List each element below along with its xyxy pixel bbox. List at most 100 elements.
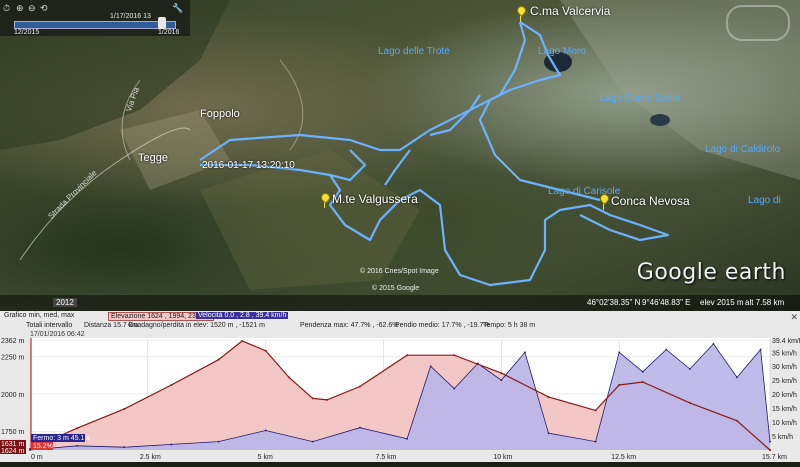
left-tick-label: 2250 m	[1, 355, 25, 362]
speed-point	[123, 446, 126, 449]
time-slider-thumb[interactable]	[158, 17, 166, 29]
speed-point	[736, 376, 738, 379]
lake-label: Lago di Caldirolo	[705, 144, 781, 155]
elevation-point	[288, 376, 291, 379]
elevation-gain-loss: Guadagno/perdita in elev: 1520 m , -1521…	[128, 322, 265, 329]
wrench-icon[interactable]: 🔧	[172, 3, 183, 14]
speed-point	[311, 440, 314, 443]
lake-label: Lago delle Trote	[378, 46, 450, 57]
slider-current-time: 1/17/2016 13	[110, 13, 151, 20]
elevation-point	[123, 407, 126, 410]
time-slider-panel: ⏱ ⊕ ⊖ ⟲ 🔧 1/17/2016 13 12/2015 1/2016	[0, 0, 190, 36]
speed-point	[665, 348, 668, 351]
map-view[interactable]: ⏱ ⊕ ⊖ ⟲ 🔧 1/17/2016 13 12/2015 1/2016 Te…	[0, 0, 800, 311]
speed-point	[264, 429, 267, 432]
elevation-point	[241, 340, 244, 343]
speed-point	[759, 348, 762, 351]
right-tick-label: 10 km/h	[772, 420, 797, 427]
speed-point	[406, 437, 408, 440]
elevation-point	[311, 397, 314, 400]
speed-point	[547, 432, 550, 435]
elevation-point	[618, 384, 621, 387]
navigation-control[interactable]	[726, 5, 790, 41]
elevation-chart[interactable]: 2362 m 2250 m 2000 m 1750 m 1631 m 1624 m 39.…	[0, 338, 800, 462]
left-tick-label: 1631 m	[1, 441, 25, 448]
totals-label: Totali intervallo	[26, 322, 73, 329]
right-tick-label: 15 km/h	[772, 406, 797, 413]
track-timestamp: 2016-01-17 13:20:10	[202, 160, 295, 171]
speed-point	[76, 444, 79, 447]
right-tick-label: 25 km/h	[772, 378, 797, 385]
elevation-point	[264, 349, 267, 352]
slider-end-label: 1/2016	[158, 29, 180, 36]
x-tick-label: 15.7 km	[762, 454, 787, 461]
elevation-point	[217, 358, 220, 361]
elevation-point	[406, 354, 409, 357]
left-tick-label: 1624 m	[1, 448, 25, 455]
speed-point	[170, 443, 173, 446]
lake-label: Lago di Carisole	[548, 186, 621, 197]
elevation-point	[76, 427, 79, 430]
map-status-bar: 2012 46°02'38.35" N 9°46'48.83" E elev 2…	[0, 295, 800, 311]
x-tick-label: 7.5 km	[376, 454, 397, 461]
slider-start-label: 12/2015	[14, 29, 40, 36]
elevation-point	[358, 385, 361, 388]
speed-point	[500, 379, 503, 382]
left-tick-label: 2000 m	[1, 392, 25, 399]
right-tick-label: 30 km/h	[772, 364, 797, 371]
speed-point	[641, 370, 644, 373]
pin-label-valcervia[interactable]: C.ma Valcervia	[530, 4, 610, 18]
right-tick-label: 20 km/h	[772, 392, 797, 399]
copyright-imagery: © 2016 Cnes/Spot Image	[360, 268, 439, 275]
right-tick-label: 35 km/h	[772, 350, 797, 357]
left-tick-label: 1750 m	[1, 429, 25, 436]
right-tick-label: 39.4 km/h	[772, 338, 800, 345]
elevation-point	[688, 401, 691, 404]
profile-row-graph: Grafico min, med, max Elevazione 1624 , …	[0, 312, 800, 322]
speed-stats[interactable]: Velocità 0.0 , 2.8 , 39.4 km/h	[196, 312, 288, 319]
time-slider-track[interactable]	[14, 21, 176, 29]
speed-point	[712, 343, 715, 345]
time-icon[interactable]: ⏱	[3, 3, 10, 14]
speed-point	[217, 440, 220, 443]
imagery-year[interactable]: 2012	[53, 298, 77, 307]
copyright-google: © 2015 Google	[372, 285, 420, 292]
speed-point	[594, 440, 597, 443]
speed-point	[453, 387, 456, 390]
elevation-chart-svg[interactable]: 2362 m 2250 m 2000 m 1750 m 1631 m1624 m 39.…	[0, 338, 800, 462]
speed-point	[688, 368, 691, 370]
elevation-point	[325, 398, 328, 401]
speed-point	[524, 351, 526, 354]
right-tick-label: 5 km/h	[772, 434, 793, 441]
lake-label: Lago Corno Stella	[600, 93, 681, 104]
place-label-tegge: Tegge	[138, 152, 168, 164]
marker-label: Fermo: 3 m 45.1 s	[33, 435, 90, 442]
x-tick-label: 10 km	[493, 454, 512, 461]
marker-slope: 15.2%	[33, 443, 53, 450]
pin-label-valgussera[interactable]: M.te Valgussera	[332, 192, 418, 206]
speed-point	[359, 426, 361, 429]
place-label-foppolo: Foppolo	[200, 108, 240, 120]
elevation-point	[170, 384, 173, 387]
left-tick-label: 2362 m	[1, 338, 25, 345]
zoom-out-icon[interactable]: ⊖	[28, 3, 36, 14]
x-tick-label: 2.5 km	[140, 454, 161, 461]
longitude-readout: 9°46'48.83" E	[642, 298, 691, 307]
elevation-readout: elev 2015 m	[700, 298, 744, 307]
google-earth-logo: Google earth	[636, 260, 786, 285]
speed-point	[769, 440, 771, 443]
elevation-point	[547, 395, 550, 398]
link-icon[interactable]: ⟲	[40, 3, 48, 14]
elevation-point	[453, 354, 456, 357]
cursor-date: 17/01/2016 06:42	[30, 331, 85, 338]
altitude-readout: alt 7.58 km	[745, 298, 785, 307]
slope-average: Pendio medio: 17.7% , -19.7%	[395, 322, 490, 329]
elevation-point	[500, 372, 503, 375]
pin-label-conca-nevosa[interactable]: Conca Nevosa	[611, 194, 690, 208]
lake-label: Lago Moro	[538, 46, 586, 57]
zoom-in-icon[interactable]: ⊕	[16, 3, 24, 14]
close-icon[interactable]: ✕	[790, 312, 798, 323]
x-tick-label: 12.5 km	[611, 454, 636, 461]
slope-max: Pendenza max: 47.7% , -62.6%	[300, 322, 399, 329]
graph-label: Grafico min, med, max	[4, 312, 75, 319]
